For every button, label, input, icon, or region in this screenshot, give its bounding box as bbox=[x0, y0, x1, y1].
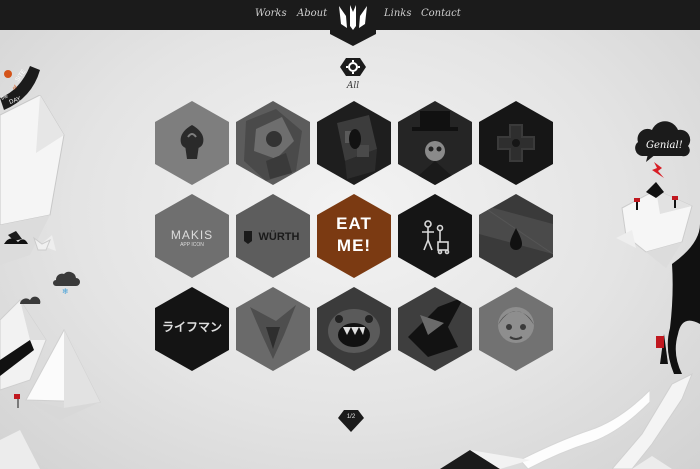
paper-ribbon-path bbox=[520, 389, 650, 469]
left-black-bird bbox=[4, 236, 51, 251]
nav-link-contact[interactable]: Contact bbox=[421, 8, 461, 19]
portfolio-tile-cupcake[interactable] bbox=[155, 101, 229, 185]
logo-home-link[interactable] bbox=[330, 0, 376, 46]
portfolio-tile-robot[interactable] bbox=[236, 101, 310, 185]
nav-link-about[interactable]: About bbox=[297, 8, 327, 19]
nav-link-works[interactable]: Works bbox=[255, 8, 287, 19]
portfolio-tile-skull[interactable] bbox=[398, 101, 472, 185]
filter-gear-button[interactable] bbox=[340, 58, 366, 76]
family-line-art-icon bbox=[422, 220, 450, 255]
me-caption: ME! bbox=[336, 236, 372, 255]
pagination-label: 1/2 bbox=[346, 414, 356, 420]
game-controller-icon bbox=[497, 124, 535, 162]
portfolio-tile-bird[interactable] bbox=[236, 287, 310, 371]
speech-bubble: Genial! bbox=[635, 121, 691, 162]
left-mountains bbox=[0, 296, 101, 469]
nav-link-links[interactable]: Links bbox=[384, 8, 411, 19]
skull-artwork-icon bbox=[408, 111, 462, 185]
portfolio-tile-monster[interactable] bbox=[317, 287, 391, 371]
robot-artwork-icon bbox=[244, 109, 302, 181]
cupcake-icon bbox=[180, 125, 204, 159]
drop-artwork-icon bbox=[479, 203, 553, 255]
crow-artwork-icon bbox=[408, 297, 464, 357]
wurth-caption: WÜRTH bbox=[258, 231, 300, 243]
japanese-logo-caption: ライフマン bbox=[161, 320, 222, 334]
cube-artwork-icon bbox=[337, 115, 377, 179]
eat-caption: EAT bbox=[336, 214, 372, 233]
bird-artwork-icon bbox=[250, 305, 296, 359]
portfolio-tile-japanese-logo[interactable]: ライフマン bbox=[155, 287, 229, 371]
portfolio-tile-girl[interactable] bbox=[479, 287, 553, 371]
floor-paper-pieces bbox=[440, 450, 530, 469]
portfolio-tile-controller[interactable] bbox=[479, 101, 553, 185]
portfolio-tile-cube[interactable] bbox=[317, 101, 391, 185]
portfolio-tile-drop[interactable] bbox=[479, 194, 553, 278]
filter-label: All bbox=[346, 81, 360, 91]
makis-subcaption: APP ICON bbox=[180, 242, 204, 248]
speech-bubble-text: Genial! bbox=[646, 140, 683, 151]
makis-caption: MAKIS bbox=[170, 228, 214, 242]
portfolio-tile-wurth[interactable]: WÜRTH bbox=[236, 194, 310, 278]
girl-artwork-icon bbox=[498, 307, 534, 343]
portfolio-tile-eat-me[interactable]: EAT ME! bbox=[317, 194, 391, 278]
monster-artwork-icon bbox=[328, 309, 380, 353]
portfolio-tile-family[interactable] bbox=[398, 194, 472, 278]
portfolio-tile-crow[interactable] bbox=[398, 287, 472, 371]
portfolio-tile-makis[interactable]: MAKIS APP ICON bbox=[155, 194, 229, 278]
